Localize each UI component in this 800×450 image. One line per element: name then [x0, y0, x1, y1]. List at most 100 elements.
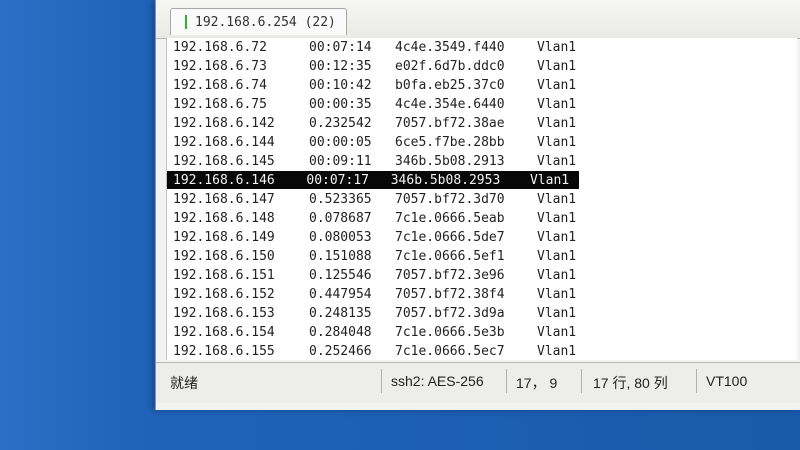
- arp-ip-address: 192.168.6.149: [173, 229, 275, 245]
- arp-mac-address: 7057.bf72.38ae: [395, 115, 505, 131]
- arp-ip-address: 192.168.6.153: [173, 305, 275, 321]
- arp-ip-address: 192.168.6.155: [173, 343, 275, 359]
- arp-interface: Vlan1: [537, 77, 577, 93]
- arp-ip-address: 192.168.6.72: [173, 39, 267, 55]
- session-tab-label: 192.168.6.254 (22): [195, 14, 336, 30]
- arp-age: 00:00:35: [309, 96, 372, 112]
- arp-interface: Vlan1: [537, 58, 577, 74]
- arp-interface: Vlan1: [537, 210, 577, 226]
- arp-mac-address: 7057.bf72.3d9a: [395, 305, 505, 321]
- arp-interface: Vlan1: [537, 39, 577, 55]
- arp-ip-address: 192.168.6.144: [173, 134, 275, 150]
- arp-ip-address: 192.168.6.151: [173, 267, 275, 283]
- arp-mac-address: 4c4e.354e.6440: [395, 96, 505, 112]
- arp-ip-address: 192.168.6.146: [173, 172, 275, 188]
- arp-age: 00:07:17: [306, 172, 369, 188]
- arp-interface: Vlan1: [537, 305, 577, 321]
- arp-age: 0.248135: [309, 305, 372, 321]
- table-row: 192.168.6.154 0.284048 7c1e.0666.5e3b Vlan1: [167, 323, 587, 341]
- status-protocol: ssh2: AES-256: [391, 373, 484, 389]
- arp-interface: Vlan1: [537, 324, 577, 340]
- arp-ip-address: 192.168.6.142: [173, 115, 275, 131]
- status-divider: [381, 369, 382, 393]
- status-divider: [696, 369, 697, 393]
- session-tab[interactable]: 192.168.6.254 (22): [170, 8, 347, 35]
- status-divider: [581, 369, 582, 393]
- arp-mac-address: 7057.bf72.3e96: [395, 267, 505, 283]
- arp-mac-address: 6ce5.f7be.28bb: [395, 134, 505, 150]
- arp-interface: Vlan1: [537, 96, 577, 112]
- arp-age: 0.523365: [309, 191, 372, 207]
- arp-mac-address: 4c4e.3549.f440: [395, 39, 505, 55]
- status-terminal-type: VT100: [706, 373, 748, 389]
- terminal-output[interactable]: 192.168.6.72 00:07:14 4c4e.3549.f440 Vlan1 1…: [166, 38, 797, 360]
- table-row: 192.168.6.74 00:10:42 b0fa.eb25.37c0 Vlan1: [167, 76, 587, 94]
- arp-age: 00:12:35: [309, 58, 372, 74]
- arp-age: 0.125546: [309, 267, 372, 283]
- arp-age: 0.447954: [309, 286, 372, 302]
- arp-age: 0.151088: [309, 248, 372, 264]
- table-row: 192.168.6.150 0.151088 7c1e.0666.5ef1 Vlan1: [167, 247, 587, 265]
- arp-mac-address: 7c1e.0666.5e3b: [395, 324, 505, 340]
- session-tab-bar: 192.168.6.254 (22): [156, 0, 800, 39]
- table-row: 192.168.6.148 0.078687 7c1e.0666.5eab Vlan1: [167, 209, 587, 227]
- status-divider: [506, 369, 507, 393]
- terminal-window: 192.168.6.254 (22) 192.168.6.72 00:07:14 4…: [155, 0, 800, 410]
- table-row-selected: 192.168.6.146 00:07:17 346b.5b08.2953 Vlan1: [167, 171, 579, 189]
- table-row: 192.168.6.73 00:12:35 e02f.6d7b.ddc0 Vlan1: [167, 57, 587, 75]
- arp-interface: Vlan1: [537, 153, 577, 169]
- arp-ip-address: 192.168.6.148: [173, 210, 275, 226]
- arp-mac-address: 7057.bf72.38f4: [395, 286, 505, 302]
- arp-interface: Vlan1: [537, 248, 577, 264]
- arp-ip-address: 192.168.6.154: [173, 324, 275, 340]
- arp-ip-address: 192.168.6.73: [173, 58, 267, 74]
- arp-age: 0.232542: [309, 115, 372, 131]
- table-row: 192.168.6.145 00:09:11 346b.5b08.2913 Vlan1: [167, 152, 587, 170]
- arp-mac-address: 7c1e.0666.5de7: [395, 229, 505, 245]
- arp-interface: Vlan1: [537, 191, 577, 207]
- status-terminal-size: 17 行, 80 列: [593, 375, 668, 391]
- arp-ip-address: 192.168.6.75: [173, 96, 267, 112]
- arp-mac-address: 346b.5b08.2913: [395, 153, 505, 169]
- arp-age: 00:07:14: [309, 39, 372, 55]
- arp-ip-address: 192.168.6.150: [173, 248, 275, 264]
- table-row: 192.168.6.72 00:07:14 4c4e.3549.f440 Vlan1: [167, 38, 587, 56]
- arp-mac-address: 7c1e.0666.5eab: [395, 210, 505, 226]
- table-row: 192.168.6.142 0.232542 7057.bf72.38ae Vlan1: [167, 114, 587, 132]
- status-bar: 就绪 ssh2: AES-256 17， 9 17 行, 80 列 VT100: [156, 362, 800, 403]
- arp-age: 0.078687: [309, 210, 372, 226]
- arp-interface: Vlan1: [537, 343, 577, 359]
- arp-interface: Vlan1: [537, 134, 577, 150]
- arp-mac-address: b0fa.eb25.37c0: [395, 77, 505, 93]
- table-row: 192.168.6.147 0.523365 7057.bf72.3d70 Vlan1: [167, 190, 587, 208]
- connected-status-icon: [185, 15, 187, 29]
- table-row: 192.168.6.149 0.080053 7c1e.0666.5de7 Vlan1: [167, 228, 587, 246]
- table-row: 192.168.6.75 00:00:35 4c4e.354e.6440 Vlan1: [167, 95, 587, 113]
- table-row: 192.168.6.152 0.447954 7057.bf72.38f4 Vlan1: [167, 285, 587, 303]
- table-row: 192.168.6.151 0.125546 7057.bf72.3e96 Vlan1: [167, 266, 587, 284]
- arp-ip-address: 192.168.6.147: [173, 191, 275, 207]
- arp-ip-address: 192.168.6.74: [173, 77, 267, 93]
- arp-age: 0.252466: [309, 343, 372, 359]
- arp-mac-address: 7c1e.0666.5ef1: [395, 248, 505, 264]
- arp-age: 00:09:11: [309, 153, 372, 169]
- arp-mac-address: e02f.6d7b.ddc0: [395, 58, 505, 74]
- arp-age: 00:00:05: [309, 134, 372, 150]
- arp-mac-address: 7057.bf72.3d70: [395, 191, 505, 207]
- arp-mac-address: 7c1e.0666.5ec7: [395, 343, 505, 359]
- status-ready: 就绪: [170, 375, 198, 391]
- arp-interface: Vlan1: [537, 229, 577, 245]
- table-row: 192.168.6.153 0.248135 7057.bf72.3d9a Vlan1: [167, 304, 587, 322]
- arp-interface: Vlan1: [529, 172, 570, 188]
- arp-ip-address: 192.168.6.145: [173, 153, 275, 169]
- arp-ip-address: 192.168.6.152: [173, 286, 275, 302]
- arp-age: 0.284048: [309, 324, 372, 340]
- arp-age: 00:10:42: [309, 77, 372, 93]
- arp-interface: Vlan1: [537, 115, 577, 131]
- arp-mac-address: 346b.5b08.2953: [390, 172, 501, 188]
- arp-age: 0.080053: [309, 229, 372, 245]
- status-cursor-position: 17， 9: [516, 375, 558, 391]
- table-row: 192.168.6.155 0.252466 7c1e.0666.5ec7 Vlan1: [167, 342, 587, 360]
- arp-interface: Vlan1: [537, 267, 577, 283]
- arp-interface: Vlan1: [537, 286, 577, 302]
